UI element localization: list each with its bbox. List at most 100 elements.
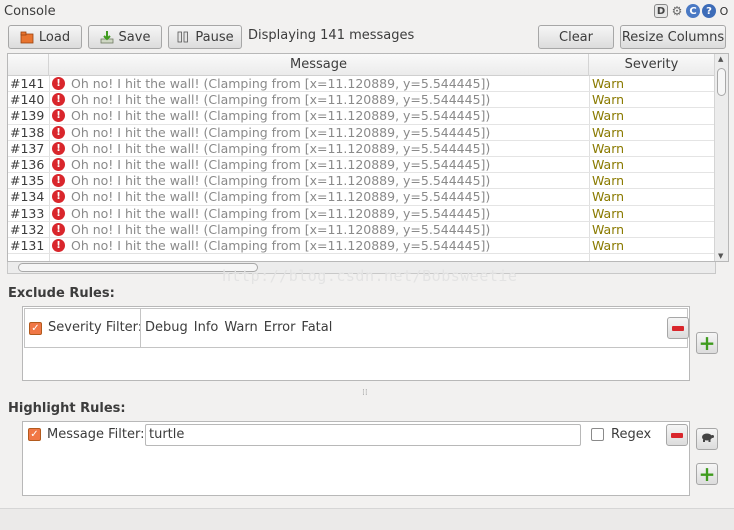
scroll-down-arrow-icon[interactable]: ▼ [718, 252, 723, 260]
row-message: Oh no! I hit the wall! (Clamping from [x… [71, 140, 491, 156]
window-corner-icons: D ⚙ C ? O [654, 4, 730, 18]
scroll-up-arrow-icon[interactable]: ▲ [718, 55, 723, 63]
row-number: #138 [10, 124, 45, 140]
column-header-number[interactable] [8, 54, 49, 76]
table-row[interactable]: #137 ! Oh no! I hit the wall! (Clamping … [8, 141, 714, 157]
clear-button[interactable]: Clear [538, 25, 614, 49]
table-row[interactable]: #141 ! Oh no! I hit the wall! (Clamping … [8, 76, 714, 93]
table-row[interactable]: #133 ! Oh no! I hit the wall! (Clamping … [8, 206, 714, 222]
table-row[interactable]: #139 ! Oh no! I hit the wall! (Clamping … [8, 108, 714, 125]
severity-level-warn[interactable]: Warn [224, 320, 257, 335]
row-severity: Warn [592, 124, 625, 140]
regex-checkbox[interactable]: ✓ [591, 428, 604, 441]
error-icon: ! [52, 141, 65, 155]
row-number: #132 [10, 221, 45, 237]
table-header: Message Severity [8, 54, 714, 76]
row-severity: Warn [592, 237, 625, 253]
highlight-rules-panel: ✓ Message Filter: turtle ✓ Regex [22, 421, 690, 496]
vertical-scrollbar[interactable]: ▲ ▼ [714, 54, 728, 261]
clear-label: Clear [559, 29, 593, 45]
row-message: Oh no! I hit the wall! (Clamping from [x… [71, 156, 491, 172]
row-number: #131 [10, 237, 45, 253]
filter-type-button[interactable] [696, 428, 718, 450]
table-row[interactable]: #136 ! Oh no! I hit the wall! (Clamping … [8, 156, 714, 174]
column-header-severity[interactable]: Severity [589, 54, 714, 76]
row-number: #135 [10, 173, 45, 189]
plus-icon: + [698, 331, 716, 355]
error-icon: ! [52, 222, 65, 236]
watermark-text: http://blog.csdn.net/Bobsweetie [222, 267, 518, 285]
row-severity: Warn [592, 92, 625, 108]
row-severity: Warn [592, 221, 625, 237]
save-label: Save [118, 29, 151, 45]
row-message: Oh no! I hit the wall! (Clamping from [x… [71, 76, 491, 91]
severity-level-debug[interactable]: Debug [145, 320, 188, 335]
severity-level-fatal[interactable]: Fatal [301, 320, 332, 335]
column-header-message[interactable]: Message [49, 54, 589, 76]
minus-icon [672, 326, 684, 331]
severity-filter-checkbox[interactable]: ✓ [29, 322, 42, 335]
dock-icon[interactable]: D [654, 4, 668, 18]
row-severity: Warn [592, 108, 625, 124]
row-number: #140 [10, 92, 45, 108]
table-row[interactable]: #134 ! Oh no! I hit the wall! (Clamping … [8, 189, 714, 206]
window-title: Console [4, 4, 56, 19]
error-icon: ! [52, 190, 65, 204]
error-icon: ! [52, 157, 65, 171]
resize-columns-label: Resize Columns [621, 29, 725, 45]
row-severity: Warn [592, 173, 625, 189]
help-icon[interactable]: ? [702, 4, 716, 18]
error-icon: ! [52, 238, 65, 252]
save-button[interactable]: Save [88, 25, 162, 49]
row-message: Oh no! I hit the wall! (Clamping from [x… [71, 237, 491, 253]
vertical-scroll-thumb[interactable] [717, 68, 726, 96]
error-icon: ! [52, 206, 65, 220]
minus-icon [671, 433, 683, 438]
message-count-status: Displaying 141 messages [248, 28, 415, 43]
row-number: #134 [10, 189, 45, 205]
row-number: #137 [10, 140, 45, 156]
close-icon[interactable]: O [718, 4, 730, 18]
table-row[interactable]: #140 ! Oh no! I hit the wall! (Clamping … [8, 92, 714, 109]
resize-columns-button[interactable]: Resize Columns [620, 25, 726, 49]
row-message: Oh no! I hit the wall! (Clamping from [x… [71, 124, 491, 140]
severity-level-error[interactable]: Error [264, 320, 296, 335]
table-row[interactable]: #138 ! Oh no! I hit the wall! (Clamping … [8, 125, 714, 141]
gear-icon[interactable]: ⚙ [670, 4, 684, 18]
exclude-rules-panel: ✓ Severity Filter: Debug Info Warn Error… [22, 306, 690, 381]
remove-exclude-filter-button[interactable] [667, 317, 689, 339]
remove-highlight-filter-button[interactable] [666, 424, 688, 446]
add-exclude-filter-button[interactable]: + [696, 332, 718, 354]
row-message: Oh no! I hit the wall! (Clamping from [x… [71, 189, 491, 205]
pause-icon [176, 30, 190, 44]
pause-button[interactable]: Pause [168, 25, 242, 49]
severity-filter-label: Severity Filter: [48, 320, 143, 335]
message-filter-input[interactable]: turtle [145, 424, 581, 446]
error-icon: ! [52, 77, 65, 90]
load-button[interactable]: Load [8, 25, 82, 49]
reload-icon[interactable]: C [686, 4, 700, 18]
add-highlight-filter-button[interactable]: + [696, 463, 718, 485]
severity-level-info[interactable]: Info [194, 320, 219, 335]
row-number: #133 [10, 205, 45, 221]
message-filter-checkbox[interactable]: ✓ [28, 428, 41, 441]
turtle-icon [700, 431, 714, 447]
message-filter-label: Message Filter: [47, 427, 145, 442]
row-message: Oh no! I hit the wall! (Clamping from [x… [71, 108, 491, 124]
severity-level-list: Debug Info Warn Error Fatal [145, 320, 332, 335]
table-row[interactable]: #135 ! Oh no! I hit the wall! (Clamping … [8, 173, 714, 190]
pause-label: Pause [195, 29, 234, 45]
error-icon: ! [52, 174, 65, 188]
load-label: Load [38, 29, 71, 45]
message-filter-row: ✓ Message Filter: turtle ✓ Regex [24, 423, 688, 447]
error-icon: ! [52, 125, 65, 139]
row-number: #136 [10, 156, 45, 172]
error-icon: ! [52, 109, 65, 123]
filter-divider [140, 309, 141, 347]
row-severity: Warn [592, 140, 625, 156]
splitter-grip[interactable]: ⁞⁞ [362, 388, 368, 398]
table-row[interactable]: #132 ! Oh no! I hit the wall! (Clamping … [8, 222, 714, 238]
table-row[interactable]: #131 ! Oh no! I hit the wall! (Clamping … [8, 237, 714, 255]
regex-label: Regex [611, 427, 652, 442]
message-table[interactable]: Message Severity #141 ! Oh no! I hit the… [7, 53, 729, 262]
